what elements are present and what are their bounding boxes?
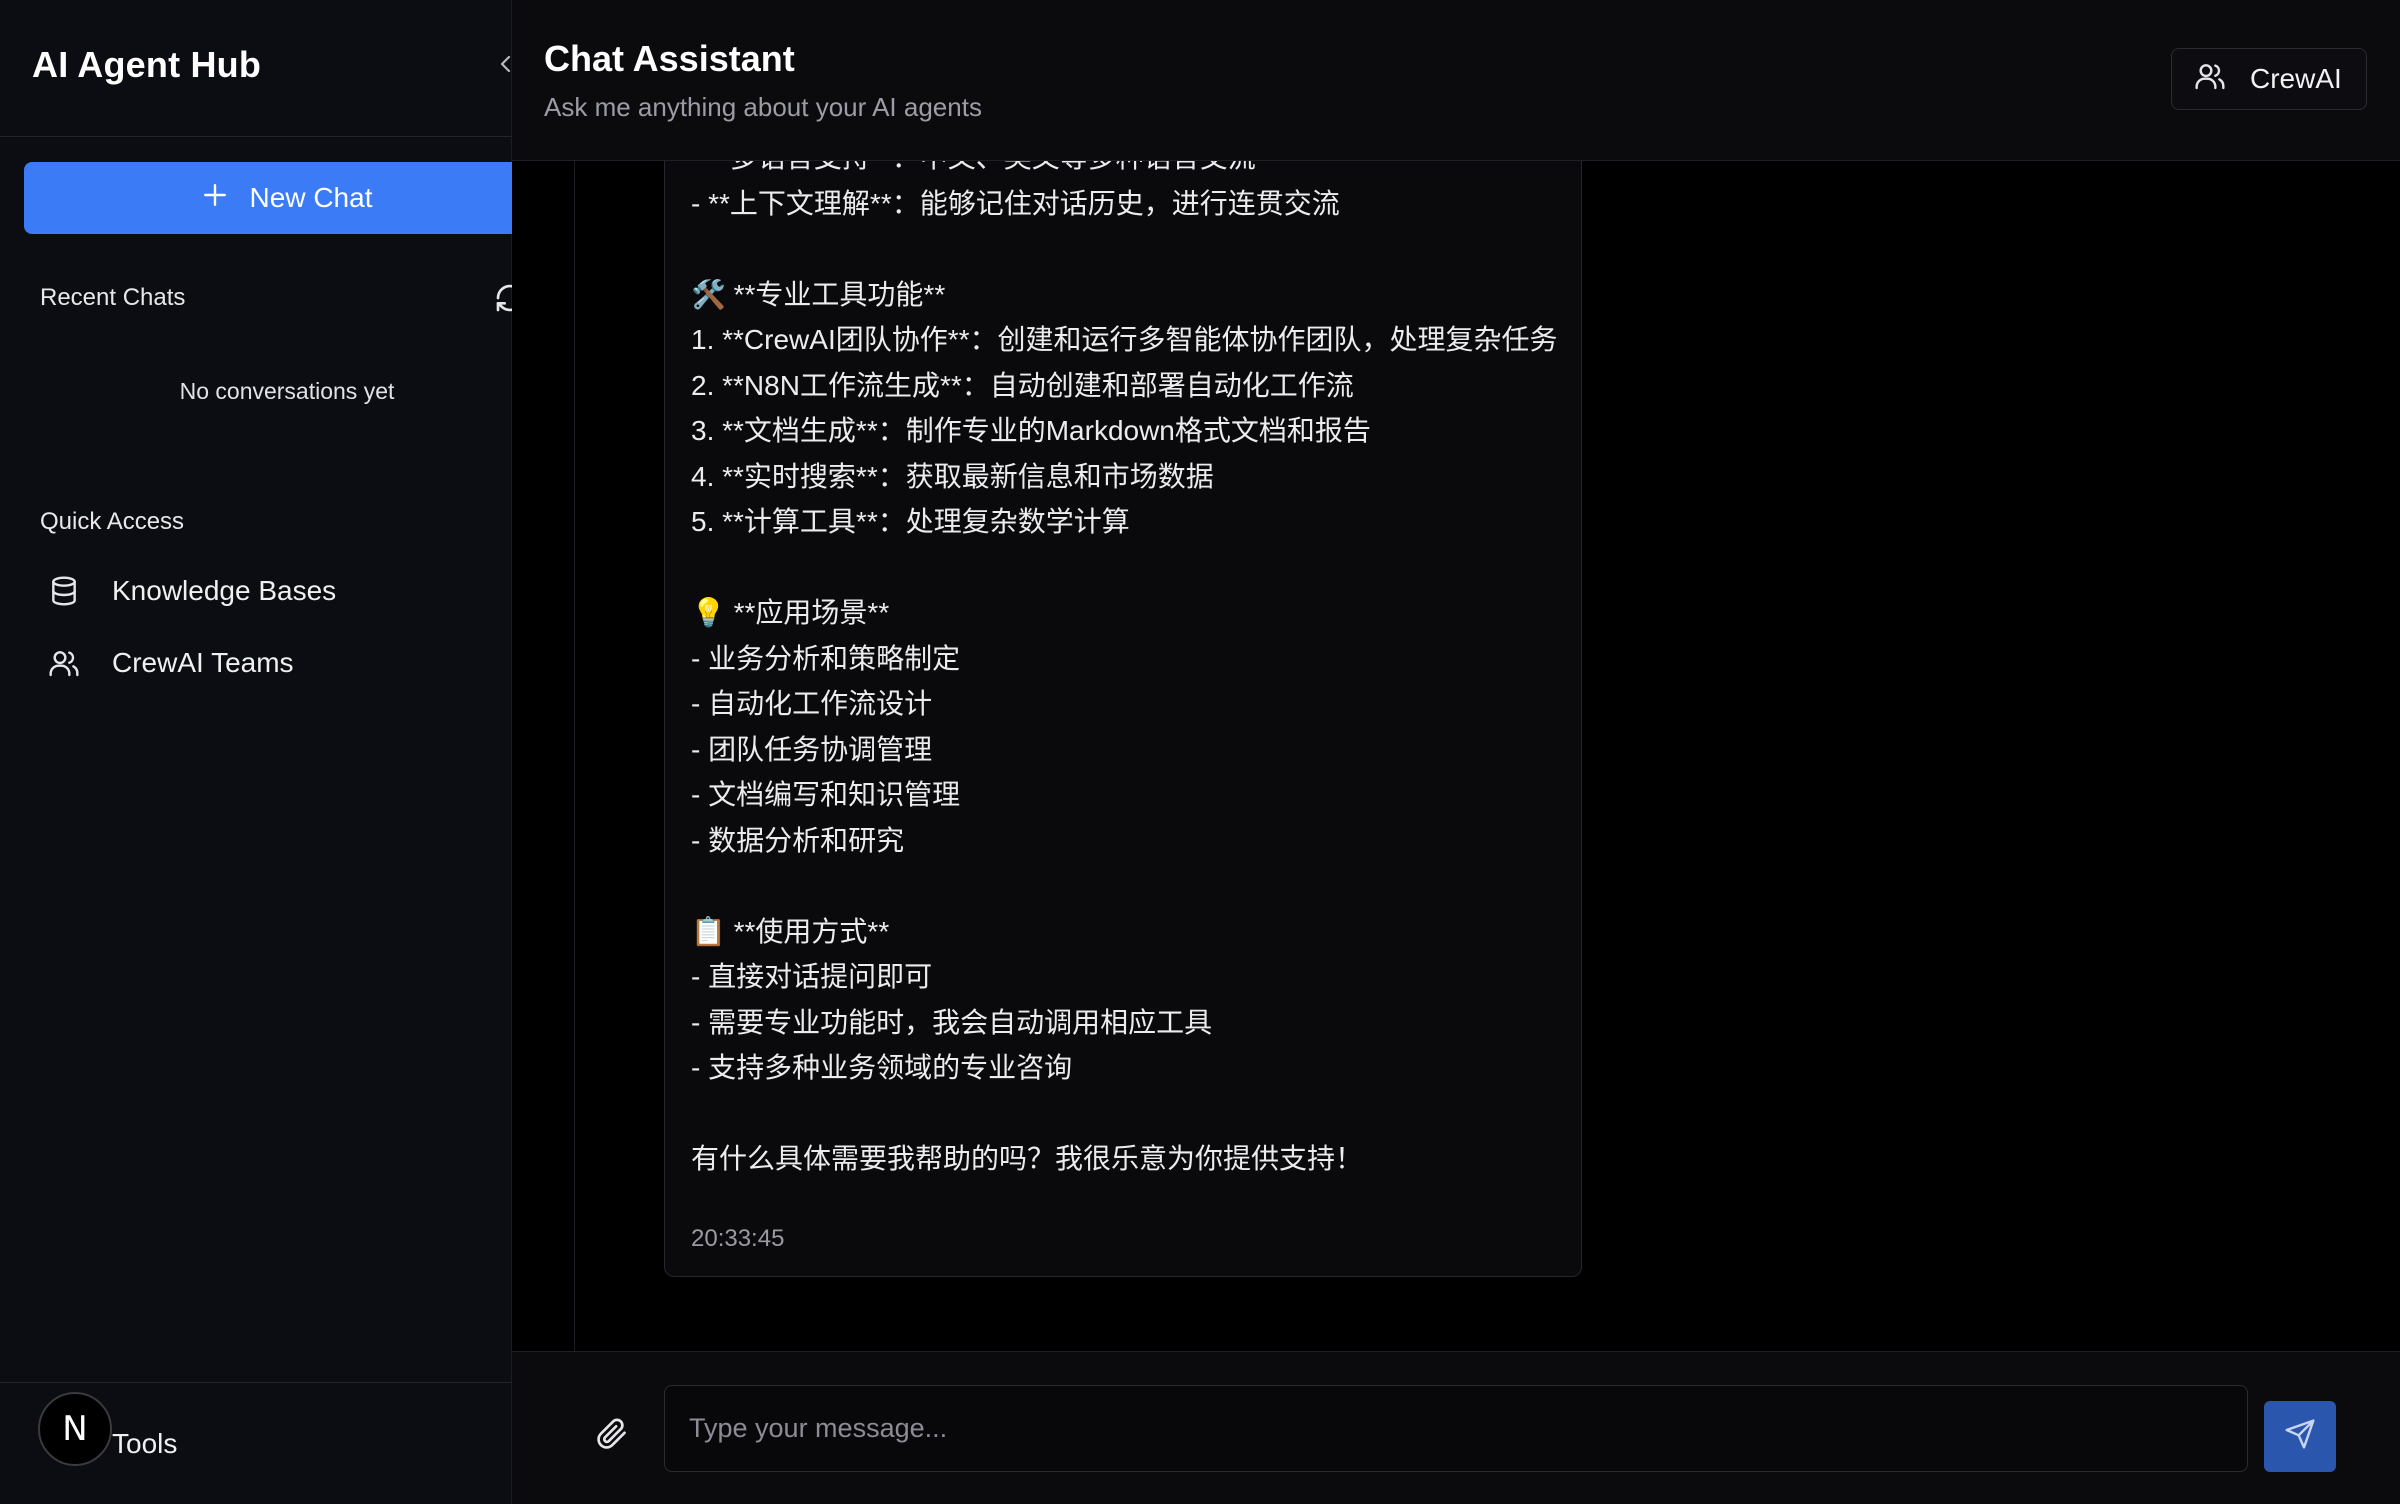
message-line: - **上下文理解**：能够记住对话历史，进行连贯交流: [691, 187, 1340, 219]
message-line: 3. **文档生成**：制作专业的Markdown格式文档和报告: [691, 415, 1371, 446]
message-line: 有什么具体需要我帮助的吗？我很乐意为你提供支持！: [691, 1143, 1364, 1174]
quick-access-knowledge-bases[interactable]: Knowledge Bases: [40, 566, 480, 616]
app-title: AI Agent Hub: [32, 44, 262, 85]
send-icon: [2284, 1418, 2316, 1455]
message-line: 2. **N8N工作流生成**：自动创建和部署自动化工作流: [691, 369, 1354, 401]
message-line: 🛠️ **专业工具功能**: [691, 278, 946, 310]
message-line: - 团队任务协调管理: [691, 733, 933, 765]
crewai-mode-label: CrewAI: [2250, 63, 2342, 94]
assistant-message: - **多语言支持**：中文、英文等多种语言交流 - **上下文理解**：能够记住…: [664, 161, 1582, 1277]
message-line: 💡 **应用场景**: [691, 597, 890, 628]
message-line: 4. **实时搜索**：获取最新信息和市场数据: [691, 460, 1214, 492]
send-button[interactable]: [2264, 1401, 2336, 1472]
empty-conversations-note: No conversations yet: [179, 378, 395, 404]
message-line: - **多语言支持**：中文、英文等多种语言交流: [691, 161, 1571, 181]
message-line: [691, 226, 1571, 272]
crewai-mode-button[interactable]: CrewAI: [2171, 48, 2367, 110]
message-line: - 直接对话提问即可: [691, 961, 933, 992]
chat-header: Chat Assistant Ask me anything about you…: [512, 0, 2400, 161]
avatar[interactable]: N: [38, 1392, 112, 1466]
message-input[interactable]: [664, 1385, 2248, 1472]
quick-access-label-text: CrewAI Teams: [112, 647, 294, 678]
attach-button[interactable]: [590, 1414, 634, 1458]
tools-link[interactable]: Tools: [112, 1428, 177, 1460]
message-line: - 业务分析和策略制定: [691, 642, 961, 674]
sidebar-header: AI Agent Hub: [0, 0, 512, 137]
users-icon: [2194, 60, 2226, 99]
divider: [574, 161, 575, 1351]
new-chat-button[interactable]: New Chat: [24, 162, 550, 234]
plus-icon: [202, 182, 228, 215]
paperclip-icon: [596, 1418, 628, 1455]
page-subtitle: Ask me anything about your AI agents: [544, 92, 982, 122]
message-line: - 数据分析和研究: [691, 824, 905, 856]
message-body: - **多语言支持**：中文、英文等多种语言交流 - **上下文理解**：能够记住…: [691, 161, 1571, 1182]
app-root: AI Agent Hub New Chat Recent Chats No co…: [0, 0, 2400, 1504]
message-line: [691, 1091, 1571, 1137]
message-line: - 自动化工作流设计: [691, 688, 933, 719]
quick-access-label: Quick Access: [40, 508, 185, 535]
users-icon: [40, 647, 112, 679]
message-timestamp: 20:33:45: [691, 1225, 785, 1252]
message-line: 1. **CrewAI团队协作**：创建和运行多智能体协作团队，处理复杂任务: [691, 324, 1558, 355]
new-chat-label: New Chat: [249, 182, 373, 213]
recent-chats-label: Recent Chats: [40, 284, 186, 311]
message-line: 5. **计算工具**：处理复杂数学计算: [691, 506, 1130, 537]
sidebar: AI Agent Hub New Chat Recent Chats No co…: [0, 0, 550, 1504]
page-title: Chat Assistant: [544, 38, 795, 79]
message-line: [691, 863, 1571, 909]
message-line: - 文档编写和知识管理: [691, 779, 961, 810]
quick-access-crewai-teams[interactable]: CrewAI Teams: [40, 638, 480, 688]
quick-access-label-text: Knowledge Bases: [112, 575, 337, 606]
message-line: - 需要专业功能时，我会自动调用相应工具: [691, 1006, 1213, 1038]
database-icon: [40, 575, 112, 607]
message-line: [691, 545, 1571, 591]
message-line: 📋 **使用方式**: [691, 915, 890, 947]
message-line: - 支持多种业务领域的专业咨询: [691, 1052, 1073, 1083]
